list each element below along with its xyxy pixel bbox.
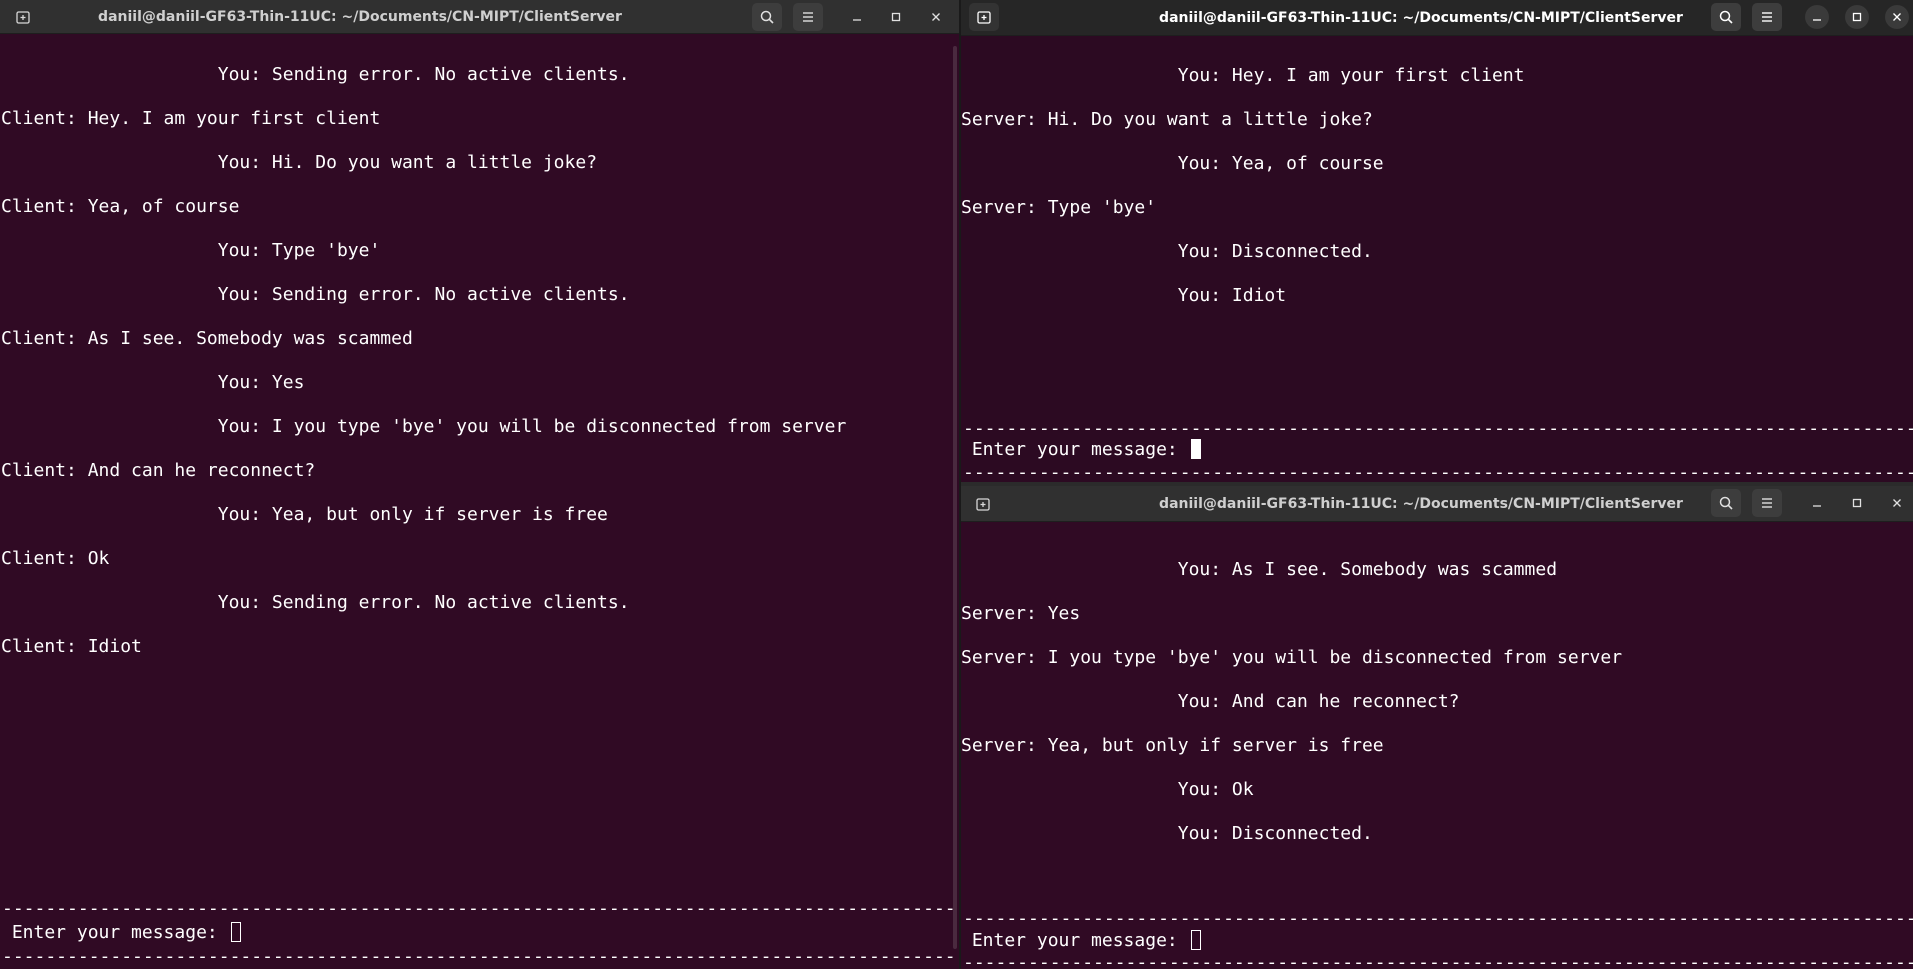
message-line: You: Disconnected. [961, 241, 1373, 262]
message-line: You: Sending error. No active clients. [1, 284, 630, 305]
input-prompt: Enter your message: [1, 922, 229, 943]
terminal-output: You: As I see. Somebody was scammed Serv… [961, 486, 1913, 969]
message-line: You: Disconnected. [961, 823, 1373, 844]
message-input[interactable]: Enter your message: [961, 439, 1201, 461]
message-line: You: Sending error. No active clients. [1, 64, 630, 85]
message-line: Client: Ok [1, 548, 110, 569]
message-line: You: Yea, but only if server is free [1, 504, 608, 525]
terminal-output: You: Hey. I am your first client Server:… [961, 0, 1913, 482]
scrollbar[interactable] [953, 46, 957, 949]
separator-bottom: ----------------------------------------… [2, 946, 956, 967]
message-input[interactable]: Enter your message: [961, 930, 1201, 952]
input-prompt: Enter your message: [961, 439, 1189, 460]
message-line: Server: I you type 'bye' you will be dis… [961, 647, 1623, 668]
message-line: You: Hey. I am your first client [961, 65, 1525, 86]
message-line: Server: Yes [961, 603, 1081, 624]
message-line: Client: And can he reconnect? [1, 460, 316, 481]
message-line: Client: Idiot [1, 636, 142, 657]
server-terminal-window[interactable]: daniil@daniil-GF63-Thin-11UC: ~/Document… [0, 0, 959, 969]
message-line: You: Idiot [961, 285, 1287, 306]
message-line: Server: Yea, but only if server is free [961, 735, 1384, 756]
terminal-output: You: Sending error. No active clients. C… [0, 0, 959, 969]
message-line: You: I you type 'bye' you will be discon… [1, 416, 847, 437]
message-line: You: And can he reconnect? [961, 691, 1460, 712]
message-input[interactable]: Enter your message: [1, 922, 241, 944]
separator-top: ----------------------------------------… [963, 418, 1913, 439]
message-line: You: Hi. Do you want a little joke? [1, 152, 598, 173]
text-cursor [1190, 439, 1201, 459]
input-prompt: Enter your message: [961, 930, 1189, 951]
message-line: You: Yea, of course [961, 153, 1384, 174]
separator-top: ----------------------------------------… [2, 898, 956, 919]
text-cursor [230, 922, 241, 942]
message-line: You: Sending error. No active clients. [1, 592, 630, 613]
separator-top: ----------------------------------------… [963, 908, 1913, 929]
message-line: Server: Type 'bye' [961, 197, 1157, 218]
client1-terminal-window[interactable]: daniil@daniil-GF63-Thin-11UC: ~/Document… [961, 0, 1913, 482]
message-line: You: Type 'bye' [1, 240, 381, 261]
message-line: Client: As I see. Somebody was scammed [1, 328, 413, 349]
message-line: Server: Hi. Do you want a little joke? [961, 109, 1373, 130]
message-line: Client: Hey. I am your first client [1, 108, 381, 129]
separator-bottom: ----------------------------------------… [963, 952, 1913, 969]
text-cursor [1190, 930, 1201, 950]
message-line: You: Ok [961, 779, 1254, 800]
message-line: Client: Yea, of course [1, 196, 240, 217]
message-line: You: Yes [1, 372, 305, 393]
client2-terminal-window[interactable]: daniil@daniil-GF63-Thin-11UC: ~/Document… [961, 486, 1913, 969]
separator-bottom: ----------------------------------------… [963, 462, 1913, 482]
message-line: You: As I see. Somebody was scammed [961, 559, 1558, 580]
